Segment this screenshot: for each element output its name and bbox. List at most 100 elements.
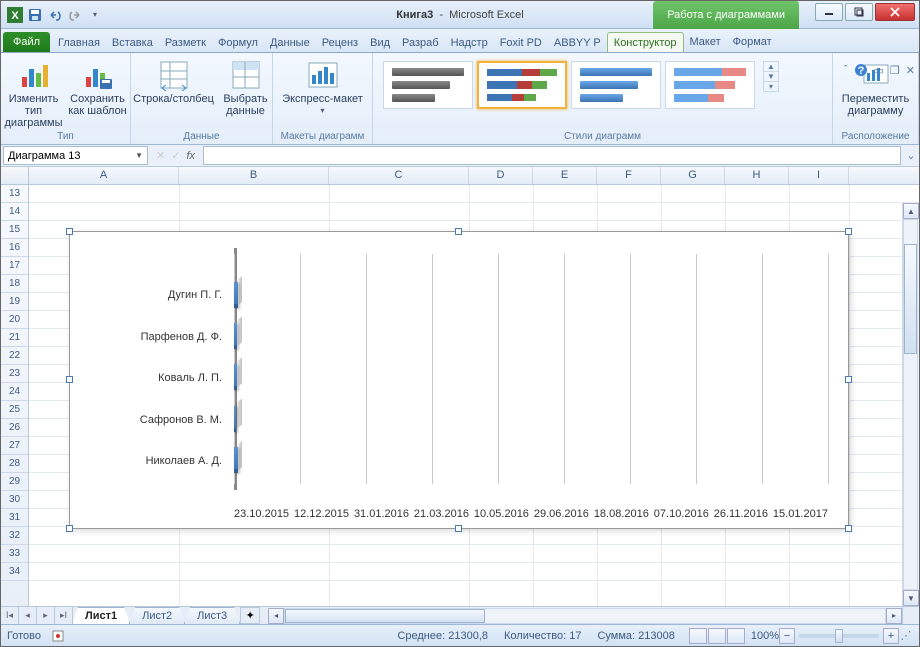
row-header-19[interactable]: 19: [1, 293, 28, 311]
tab-макет[interactable]: Макет: [684, 32, 727, 52]
row-header-31[interactable]: 31: [1, 509, 28, 527]
tab-foxit pd[interactable]: Foxit PD: [494, 33, 548, 52]
chart-bar[interactable]: [234, 323, 242, 349]
chart-bar[interactable]: [234, 447, 242, 473]
select-all-corner[interactable]: [1, 167, 29, 184]
view-normal-icon[interactable]: [689, 628, 707, 644]
zoom-in-icon[interactable]: +: [883, 628, 899, 644]
row-header-21[interactable]: 21: [1, 329, 28, 347]
close-button[interactable]: [875, 3, 915, 21]
row-header-25[interactable]: 25: [1, 401, 28, 419]
gallery-more-icon[interactable]: ▾: [764, 82, 778, 91]
gallery-up-icon[interactable]: ▲: [764, 62, 778, 72]
row-header-23[interactable]: 23: [1, 365, 28, 383]
col-header-G[interactable]: G: [661, 167, 725, 184]
qat-dropdown-icon[interactable]: ▾: [87, 7, 103, 23]
wb-minimize-icon[interactable]: ▭: [874, 64, 884, 77]
col-header-A[interactable]: A: [29, 167, 179, 184]
tab-file[interactable]: Файл: [3, 32, 50, 52]
styles-gallery-scroller[interactable]: ▲ ▼ ▾: [763, 61, 779, 92]
row-header-16[interactable]: 16: [1, 239, 28, 257]
row-header-32[interactable]: 32: [1, 527, 28, 545]
macro-record-icon[interactable]: [51, 629, 65, 643]
col-header-B[interactable]: B: [179, 167, 329, 184]
name-box[interactable]: Диаграмма 13▼: [3, 146, 148, 165]
chart-plot-area[interactable]: [234, 254, 828, 484]
select-data-button[interactable]: Выбратьданные: [220, 55, 272, 117]
tab-формат[interactable]: Формат: [727, 32, 778, 52]
row-header-20[interactable]: 20: [1, 311, 28, 329]
view-page-layout-icon[interactable]: [708, 628, 726, 644]
fx-icon[interactable]: fx: [186, 150, 195, 162]
chart-bar[interactable]: [234, 282, 242, 308]
tab-разраб[interactable]: Разраб: [396, 33, 445, 52]
col-header-H[interactable]: H: [725, 167, 789, 184]
quick-layout-button[interactable]: Экспресс-макет▾: [279, 55, 367, 117]
chart-bar[interactable]: [234, 406, 242, 432]
chart-style-2[interactable]: [477, 61, 567, 109]
gallery-down-icon[interactable]: ▼: [764, 72, 778, 82]
tab-формул[interactable]: Формул: [212, 33, 264, 52]
redo-icon[interactable]: [67, 7, 83, 23]
zoom-slider[interactable]: [799, 634, 879, 638]
ribbon-minimize-icon[interactable]: ˆ: [844, 64, 848, 76]
tab-abbyy p[interactable]: ABBYY P: [548, 33, 607, 52]
row-header-18[interactable]: 18: [1, 275, 28, 293]
col-header-E[interactable]: E: [533, 167, 597, 184]
tab-реценз[interactable]: Реценз: [316, 33, 364, 52]
row-header-28[interactable]: 28: [1, 455, 28, 473]
save-icon[interactable]: [27, 7, 43, 23]
col-header-F[interactable]: F: [597, 167, 661, 184]
vertical-scrollbar[interactable]: ▲ ▼: [902, 203, 919, 606]
row-header-26[interactable]: 26: [1, 419, 28, 437]
row-header-14[interactable]: 14: [1, 203, 28, 221]
zoom-level[interactable]: 100%: [751, 630, 779, 642]
change-chart-type-button[interactable]: Изменить типдиаграммы: [4, 55, 64, 129]
minimize-button[interactable]: [815, 3, 843, 21]
maximize-button[interactable]: [845, 3, 873, 21]
scroll-up-icon[interactable]: ▲: [903, 203, 919, 219]
chart-style-1[interactable]: [383, 61, 473, 109]
tab-конструктор[interactable]: Конструктор: [607, 32, 684, 52]
col-header-D[interactable]: D: [469, 167, 533, 184]
horizontal-scrollbar[interactable]: ◂ ▸: [268, 607, 902, 624]
sheet-tab-Лист1[interactable]: Лист1: [72, 607, 130, 624]
row-header-34[interactable]: 34: [1, 563, 28, 581]
cell-grid[interactable]: Дугин П. Г.Парфенов Д. Ф.Коваль Л. П.Саф…: [29, 185, 919, 606]
new-sheet-icon[interactable]: ✦: [240, 607, 260, 624]
wb-restore-icon[interactable]: ❐: [890, 64, 900, 77]
chart-object[interactable]: Дугин П. Г.Парфенов Д. Ф.Коваль Л. П.Саф…: [69, 231, 849, 529]
chart-style-4[interactable]: [665, 61, 755, 109]
col-header-I[interactable]: I: [789, 167, 849, 184]
row-header-30[interactable]: 30: [1, 491, 28, 509]
sheet-tab-Лист2[interactable]: Лист2: [129, 607, 185, 624]
row-header-29[interactable]: 29: [1, 473, 28, 491]
tab-nav-last-icon[interactable]: ▸I: [55, 607, 73, 624]
zoom-out-icon[interactable]: −: [779, 628, 795, 644]
view-page-break-icon[interactable]: [727, 628, 745, 644]
row-header-22[interactable]: 22: [1, 347, 28, 365]
wb-close-icon[interactable]: ✕: [906, 64, 915, 77]
help-icon[interactable]: ?: [854, 63, 868, 77]
chart-style-3[interactable]: [571, 61, 661, 109]
row-header-24[interactable]: 24: [1, 383, 28, 401]
sheet-tab-Лист3[interactable]: Лист3: [184, 607, 240, 624]
col-header-C[interactable]: C: [329, 167, 469, 184]
tab-nav-next-icon[interactable]: ▸: [37, 607, 55, 624]
formula-input[interactable]: [203, 146, 901, 165]
tab-данные[interactable]: Данные: [264, 33, 316, 52]
scroll-right-icon[interactable]: ▸: [886, 608, 902, 624]
row-header-27[interactable]: 27: [1, 437, 28, 455]
switch-row-column-button[interactable]: Строка/столбец: [132, 55, 216, 105]
tab-вид[interactable]: Вид: [364, 33, 396, 52]
formula-bar-expand-icon[interactable]: ⌄: [903, 149, 919, 162]
row-header-33[interactable]: 33: [1, 545, 28, 563]
scroll-down-icon[interactable]: ▼: [903, 590, 919, 606]
namebox-dropdown-icon[interactable]: ▼: [135, 151, 143, 160]
undo-icon[interactable]: [47, 7, 63, 23]
row-header-13[interactable]: 13: [1, 185, 28, 203]
save-as-template-button[interactable]: Сохранитькак шаблон: [68, 55, 128, 117]
resize-grip-icon[interactable]: ⋰: [899, 629, 913, 642]
scroll-left-icon[interactable]: ◂: [268, 608, 284, 624]
tab-nav-prev-icon[interactable]: ◂: [19, 607, 37, 624]
